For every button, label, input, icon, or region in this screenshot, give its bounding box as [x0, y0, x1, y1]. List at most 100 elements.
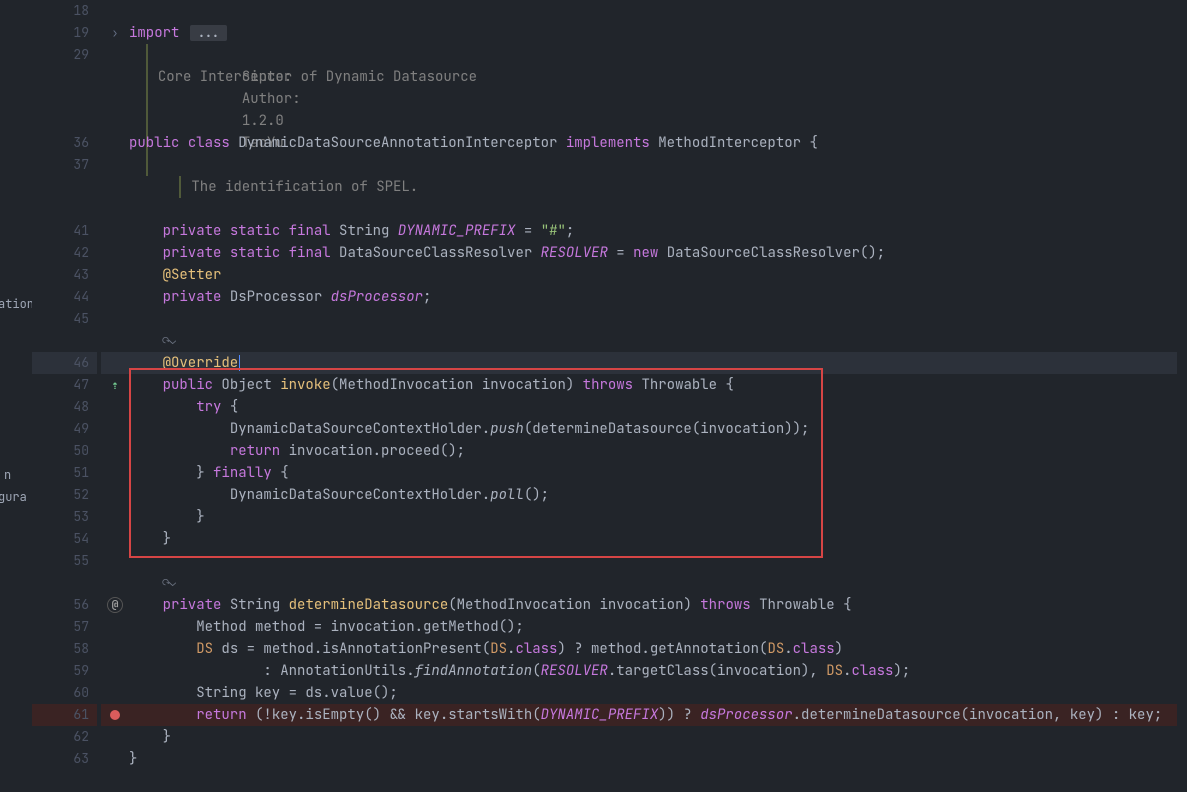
- code-line[interactable]: private static final DataSourceClassReso…: [129, 242, 1177, 264]
- code-line[interactable]: } finally {: [129, 462, 1177, 484]
- line-number[interactable]: 51: [32, 462, 97, 484]
- gutter-marker[interactable]: [101, 330, 129, 352]
- line-number[interactable]: 49: [32, 418, 97, 440]
- code-editor[interactable]: 1819293637414243444546474849505152535455…: [32, 0, 1187, 792]
- tool-tab-caption[interactable]: n: [4, 467, 11, 483]
- inlay-hint-icon[interactable]: ⟳⌄: [163, 572, 176, 594]
- gutter-marker[interactable]: [101, 506, 129, 528]
- inlay-hint-row[interactable]: ⟳⌄: [129, 330, 1177, 352]
- gutter-marker[interactable]: [101, 0, 129, 22]
- code-line[interactable]: : AnnotationUtils. findAnnotation ( RESO…: [129, 660, 1177, 682]
- code-line[interactable]: import ...: [129, 22, 1177, 44]
- gutter-marker[interactable]: [101, 572, 129, 594]
- gutter-marker[interactable]: [101, 242, 129, 264]
- code-line[interactable]: [129, 198, 1177, 220]
- code-line[interactable]: }: [129, 748, 1177, 770]
- gutter-marker[interactable]: [101, 66, 129, 88]
- line-number[interactable]: 41: [32, 220, 97, 242]
- gutter-marker[interactable]: [101, 110, 129, 132]
- inlay-hint-row[interactable]: ⟳⌄: [129, 572, 1177, 594]
- line-number[interactable]: 29: [32, 44, 97, 66]
- code-area[interactable]: import ... Core Interceptor of Dynamic D…: [129, 0, 1187, 792]
- gutter-marker[interactable]: [101, 220, 129, 242]
- line-number[interactable]: 19: [32, 22, 97, 44]
- code-line[interactable]: @Override: [129, 352, 1177, 374]
- code-line[interactable]: Method method = invocation.getMethod();: [129, 616, 1177, 638]
- javadoc-line[interactable]: Author: TaoYu: [129, 110, 1177, 132]
- project-tool-strip[interactable]: ation n gura: [0, 0, 32, 792]
- gutter-marker[interactable]: [101, 396, 129, 418]
- line-number[interactable]: 52: [32, 484, 97, 506]
- gutter-marker[interactable]: [101, 528, 129, 550]
- line-number[interactable]: 53: [32, 506, 97, 528]
- line-number[interactable]: 37: [32, 154, 97, 176]
- line-number[interactable]: 46: [32, 352, 97, 374]
- usages-glyph-icon[interactable]: @: [107, 597, 123, 613]
- line-number[interactable]: 45: [32, 308, 97, 330]
- gutter-marker[interactable]: [101, 418, 129, 440]
- gutter-marker[interactable]: [101, 660, 129, 682]
- line-number[interactable]: [32, 330, 97, 352]
- line-number[interactable]: 57: [32, 616, 97, 638]
- gutter-marker[interactable]: [101, 154, 129, 176]
- code-line[interactable]: [129, 308, 1177, 330]
- line-number[interactable]: 18: [32, 0, 97, 22]
- line-number[interactable]: 44: [32, 286, 97, 308]
- code-line[interactable]: @Setter: [129, 264, 1177, 286]
- gutter-marker[interactable]: [101, 440, 129, 462]
- line-number[interactable]: 59: [32, 660, 97, 682]
- line-number[interactable]: 36: [32, 132, 97, 154]
- line-number[interactable]: [32, 110, 97, 132]
- line-number[interactable]: 50: [32, 440, 97, 462]
- gutter-marker[interactable]: [101, 682, 129, 704]
- breakpoint-icon[interactable]: [110, 710, 120, 720]
- gutter-marker[interactable]: [101, 638, 129, 660]
- gutter-marker[interactable]: @: [101, 594, 129, 616]
- code-line[interactable]: DynamicDataSourceContextHolder. poll ();: [129, 484, 1177, 506]
- code-line[interactable]: public class DynamicDataSourceAnnotation…: [129, 132, 1177, 154]
- gutter-marker[interactable]: [101, 352, 129, 374]
- code-line[interactable]: }: [129, 726, 1177, 748]
- gutter-marker[interactable]: [101, 88, 129, 110]
- code-line[interactable]: return (!key.isEmpty() && key.startsWith…: [129, 704, 1177, 726]
- line-number[interactable]: [32, 176, 97, 198]
- line-number[interactable]: [32, 572, 97, 594]
- line-number[interactable]: 54: [32, 528, 97, 550]
- gutter-marker[interactable]: [101, 198, 129, 220]
- gutter-marker[interactable]: [101, 748, 129, 770]
- code-line[interactable]: String key = ds.value();: [129, 682, 1177, 704]
- code-line[interactable]: [129, 0, 1177, 22]
- code-line[interactable]: private static final String DYNAMIC_PREF…: [129, 220, 1177, 242]
- gutter-marker[interactable]: [101, 726, 129, 748]
- line-number[interactable]: 55: [32, 550, 97, 572]
- gutter-marker[interactable]: [101, 176, 129, 198]
- gutter-marker[interactable]: ⇡: [101, 374, 129, 396]
- code-line[interactable]: return invocation.proceed();: [129, 440, 1177, 462]
- tool-tab-caption[interactable]: gura: [0, 489, 27, 505]
- gutter-marker[interactable]: [101, 264, 129, 286]
- code-line[interactable]: public Object invoke ( MethodInvocation …: [129, 374, 1177, 396]
- line-number[interactable]: 56: [32, 594, 97, 616]
- gutter-marker[interactable]: [101, 550, 129, 572]
- line-number[interactable]: 47: [32, 374, 97, 396]
- gutter-marker[interactable]: [101, 704, 129, 726]
- tool-tab-caption[interactable]: ation: [0, 296, 34, 312]
- line-number[interactable]: [32, 88, 97, 110]
- line-number[interactable]: [32, 198, 97, 220]
- gutter-marker[interactable]: [101, 286, 129, 308]
- gutter-marker[interactable]: [101, 616, 129, 638]
- code-line[interactable]: [129, 154, 1177, 176]
- line-number-gutter[interactable]: 1819293637414243444546474849505152535455…: [32, 0, 101, 792]
- line-number[interactable]: [32, 66, 97, 88]
- code-line[interactable]: [129, 550, 1177, 572]
- line-number[interactable]: 43: [32, 264, 97, 286]
- line-number[interactable]: 62: [32, 726, 97, 748]
- vcs-change-marker-icon[interactable]: ⇡: [111, 377, 118, 393]
- javadoc-line[interactable]: The identification of SPEL.: [129, 176, 1177, 198]
- line-number[interactable]: 42: [32, 242, 97, 264]
- line-number[interactable]: 63: [32, 748, 97, 770]
- gutter-marker-strip[interactable]: ›⇡@: [101, 0, 129, 792]
- code-line[interactable]: }: [129, 528, 1177, 550]
- gutter-marker[interactable]: [101, 462, 129, 484]
- gutter-marker[interactable]: [101, 484, 129, 506]
